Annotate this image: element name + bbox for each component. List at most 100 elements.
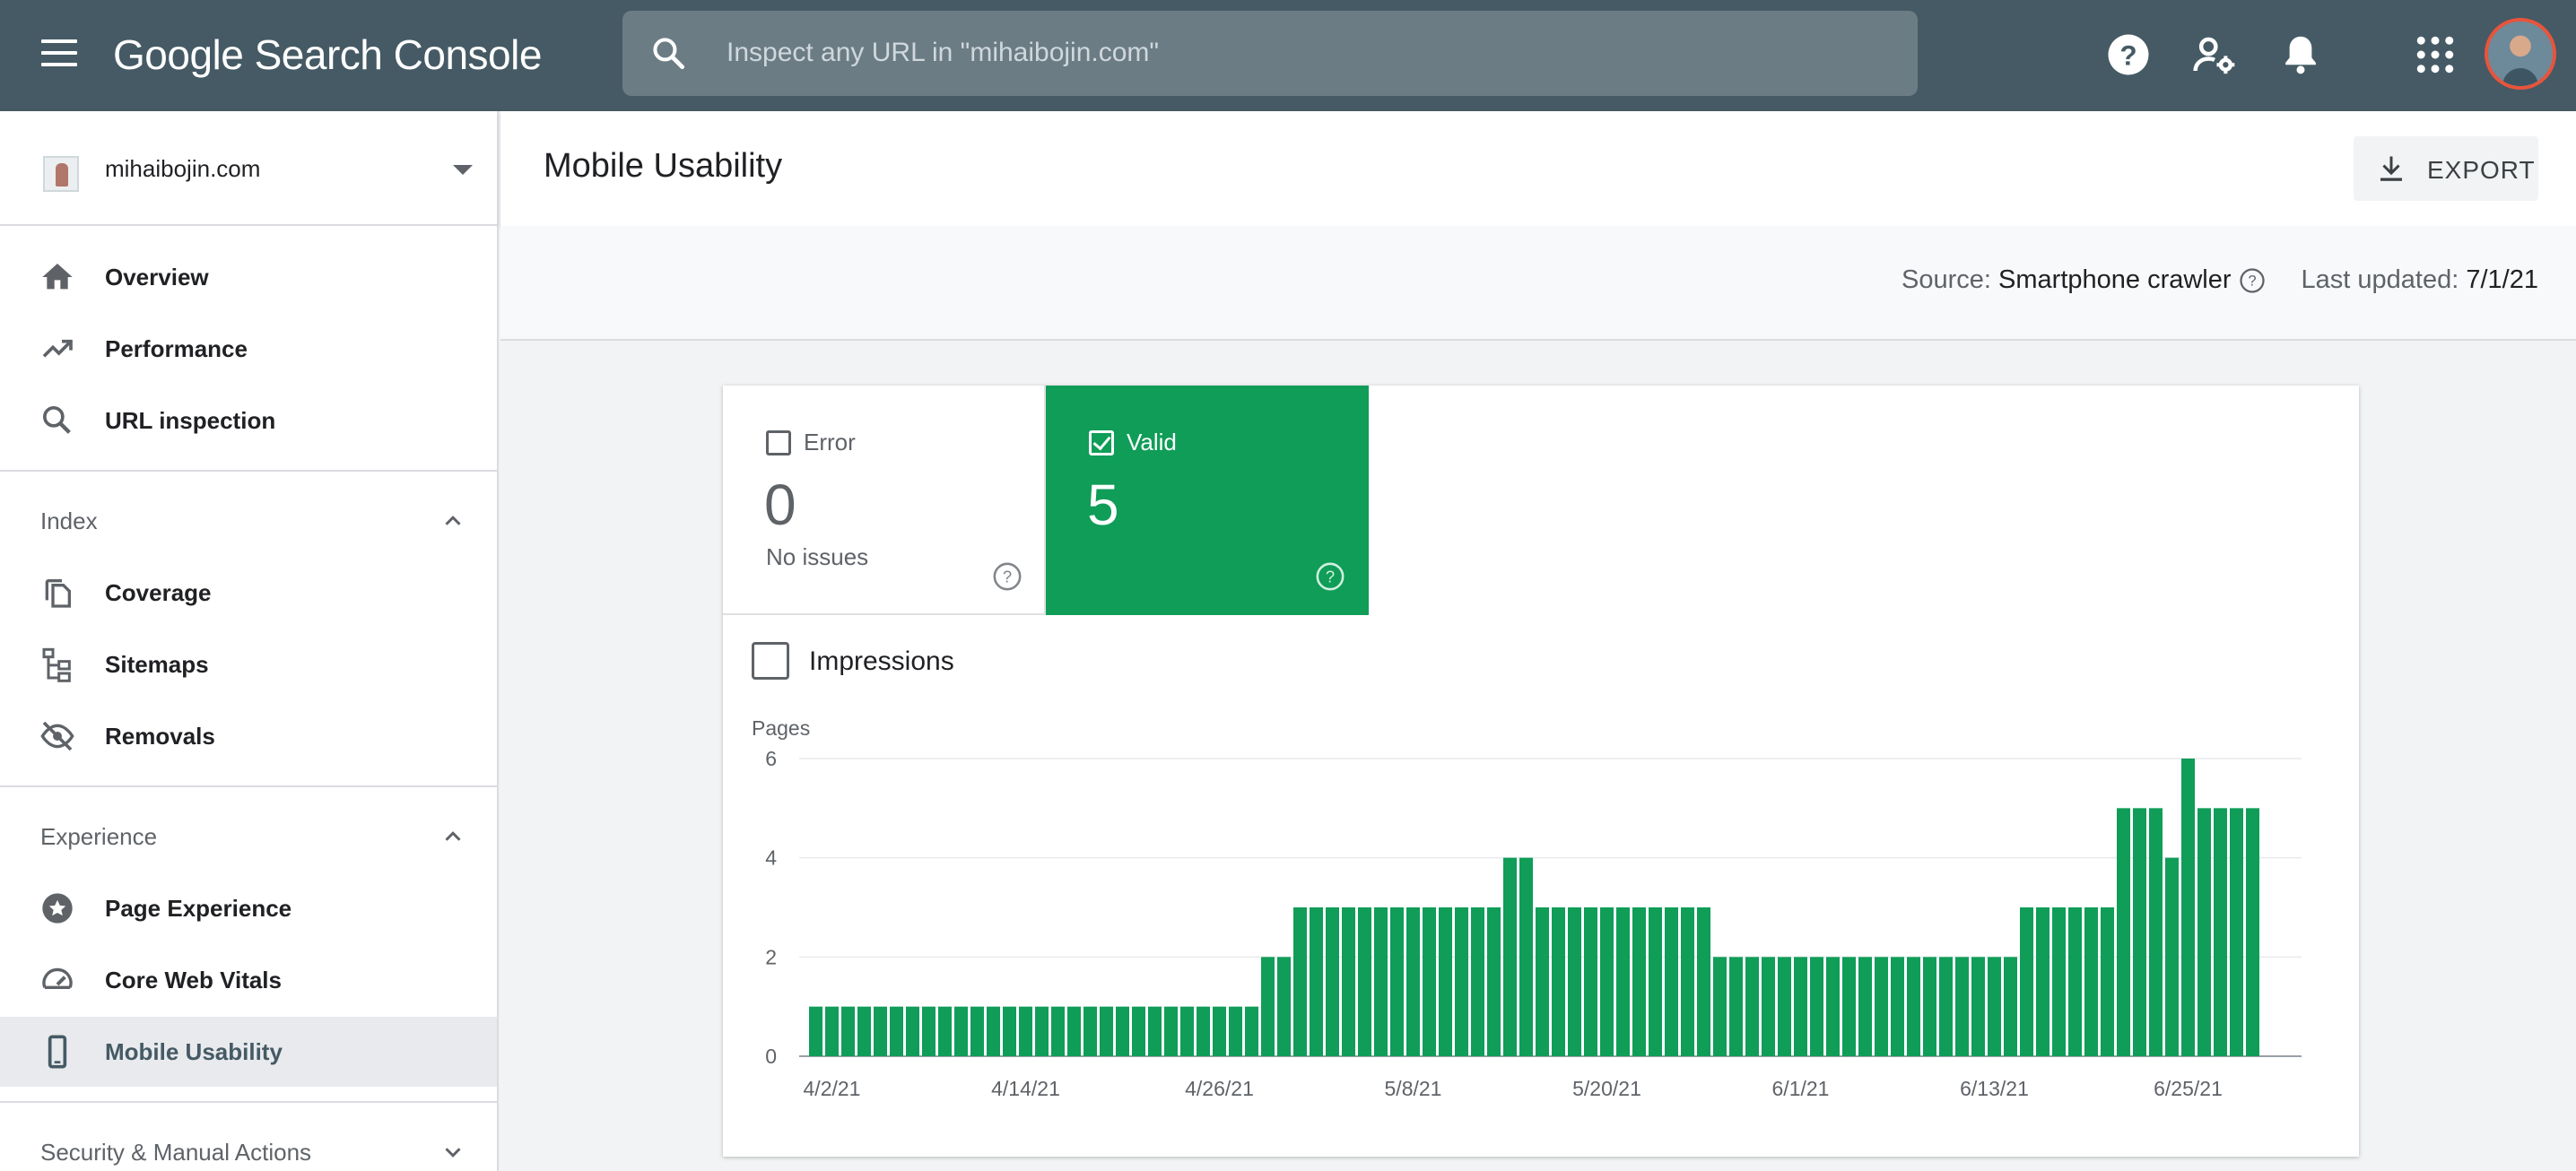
bar[interactable] bbox=[2117, 808, 2130, 1056]
sidebar-item-coverage[interactable]: Coverage bbox=[0, 558, 497, 628]
help-outline-icon[interactable]: ? bbox=[992, 561, 1023, 592]
bar[interactable] bbox=[1083, 1006, 1097, 1056]
bar[interactable] bbox=[1971, 957, 1985, 1056]
bar[interactable] bbox=[2133, 808, 2146, 1056]
bar[interactable] bbox=[2181, 759, 2195, 1056]
bar[interactable] bbox=[2149, 808, 2163, 1056]
bar[interactable] bbox=[1584, 907, 1597, 1056]
property-selector[interactable]: mihaibojin.com bbox=[0, 111, 499, 226]
bar[interactable] bbox=[922, 1006, 936, 1056]
bar[interactable] bbox=[1697, 907, 1710, 1056]
bar[interactable] bbox=[1293, 907, 1307, 1056]
sidebar-item-sitemaps[interactable]: Sitemaps bbox=[0, 629, 497, 699]
bar[interactable] bbox=[1665, 907, 1678, 1056]
bar[interactable] bbox=[1778, 957, 1791, 1056]
help-outline-icon[interactable]: ? bbox=[1315, 561, 1345, 592]
bar[interactable] bbox=[2036, 907, 2049, 1056]
help-icon[interactable]: ? bbox=[2104, 30, 2153, 79]
section-experience-header[interactable]: Experience bbox=[0, 800, 497, 872]
error-checkbox[interactable] bbox=[766, 430, 791, 455]
bar[interactable] bbox=[1568, 907, 1581, 1056]
bar[interactable] bbox=[2101, 907, 2114, 1056]
bar[interactable] bbox=[1632, 907, 1646, 1056]
app-title[interactable]: Google Search Console bbox=[113, 30, 542, 79]
bar[interactable] bbox=[1536, 907, 1549, 1056]
bar[interactable] bbox=[1439, 907, 1452, 1056]
bar[interactable] bbox=[1471, 907, 1484, 1056]
bar[interactable] bbox=[1842, 957, 1856, 1056]
bar[interactable] bbox=[1681, 907, 1694, 1056]
bar[interactable] bbox=[1003, 1006, 1016, 1056]
bar[interactable] bbox=[1277, 957, 1291, 1056]
menu-icon[interactable] bbox=[41, 39, 77, 72]
bar[interactable] bbox=[1552, 907, 1565, 1056]
bar[interactable] bbox=[1762, 957, 1775, 1056]
bar[interactable] bbox=[954, 1006, 968, 1056]
bar[interactable] bbox=[1132, 1006, 1145, 1056]
bar[interactable] bbox=[938, 1006, 952, 1056]
bar[interactable] bbox=[1067, 1006, 1081, 1056]
bar[interactable] bbox=[857, 1006, 871, 1056]
bar[interactable] bbox=[1988, 957, 2001, 1056]
bar[interactable] bbox=[2197, 808, 2211, 1056]
bar[interactable] bbox=[1503, 857, 1517, 1056]
bar[interactable] bbox=[1729, 957, 1743, 1056]
bar[interactable] bbox=[2068, 907, 2082, 1056]
bar[interactable] bbox=[1649, 907, 1662, 1056]
sidebar-item-core-web-vitals[interactable]: Core Web Vitals bbox=[0, 945, 497, 1015]
avatar[interactable] bbox=[2485, 18, 2556, 90]
bar[interactable] bbox=[1019, 1006, 1032, 1056]
search-input[interactable] bbox=[727, 30, 1875, 75]
bar[interactable] bbox=[809, 1006, 822, 1056]
section-index-header[interactable]: Index bbox=[0, 484, 497, 556]
apps-icon[interactable] bbox=[2411, 30, 2459, 79]
bar[interactable] bbox=[1810, 957, 1823, 1056]
bar[interactable] bbox=[841, 1006, 855, 1056]
bar[interactable] bbox=[1116, 1006, 1129, 1056]
bar[interactable] bbox=[1955, 957, 1969, 1056]
notifications-icon[interactable] bbox=[2276, 30, 2325, 79]
bar[interactable] bbox=[1374, 907, 1388, 1056]
bar[interactable] bbox=[987, 1006, 1000, 1056]
bar[interactable] bbox=[1261, 957, 1275, 1056]
sidebar-item-page-experience[interactable]: Page Experience bbox=[0, 873, 497, 943]
bar[interactable] bbox=[1245, 1006, 1258, 1056]
help-outline-icon[interactable]: ? bbox=[2239, 267, 2266, 294]
bar[interactable] bbox=[906, 1006, 919, 1056]
sidebar-item-performance[interactable]: Performance bbox=[0, 314, 497, 384]
bar[interactable] bbox=[1100, 1006, 1113, 1056]
sidebar-item-url-inspection[interactable]: URL inspection bbox=[0, 386, 497, 455]
bar[interactable] bbox=[1326, 907, 1339, 1056]
bar[interactable] bbox=[1939, 957, 1953, 1056]
bar[interactable] bbox=[1907, 957, 1920, 1056]
bar[interactable] bbox=[1713, 957, 1727, 1056]
bar[interactable] bbox=[1342, 907, 1355, 1056]
bar[interactable] bbox=[1310, 907, 1323, 1056]
bar[interactable] bbox=[2004, 957, 2017, 1056]
bar[interactable] bbox=[1423, 907, 1436, 1056]
bar[interactable] bbox=[2052, 907, 2066, 1056]
bar[interactable] bbox=[1358, 907, 1371, 1056]
bar[interactable] bbox=[1390, 907, 1404, 1056]
valid-tile[interactable]: Valid 5 ? bbox=[1046, 386, 1369, 615]
bar[interactable] bbox=[874, 1006, 887, 1056]
bar[interactable] bbox=[1051, 1006, 1065, 1056]
bar[interactable] bbox=[1794, 957, 1807, 1056]
url-inspection-search[interactable] bbox=[622, 11, 1918, 96]
bar[interactable] bbox=[1616, 907, 1630, 1056]
bar[interactable] bbox=[2020, 907, 2033, 1056]
bar[interactable] bbox=[825, 1006, 839, 1056]
bar[interactable] bbox=[1826, 957, 1840, 1056]
bar[interactable] bbox=[1229, 1006, 1242, 1056]
bar[interactable] bbox=[2084, 907, 2098, 1056]
bar[interactable] bbox=[2246, 808, 2259, 1056]
valid-checkbox[interactable] bbox=[1089, 430, 1114, 455]
impressions-checkbox[interactable] bbox=[752, 642, 789, 680]
bar[interactable] bbox=[1035, 1006, 1049, 1056]
bar[interactable] bbox=[1148, 1006, 1162, 1056]
bar[interactable] bbox=[1858, 957, 1872, 1056]
bar[interactable] bbox=[1455, 907, 1468, 1056]
export-button[interactable]: EXPORT bbox=[2354, 136, 2538, 201]
bar[interactable] bbox=[1875, 957, 1888, 1056]
bar[interactable] bbox=[1180, 1006, 1194, 1056]
